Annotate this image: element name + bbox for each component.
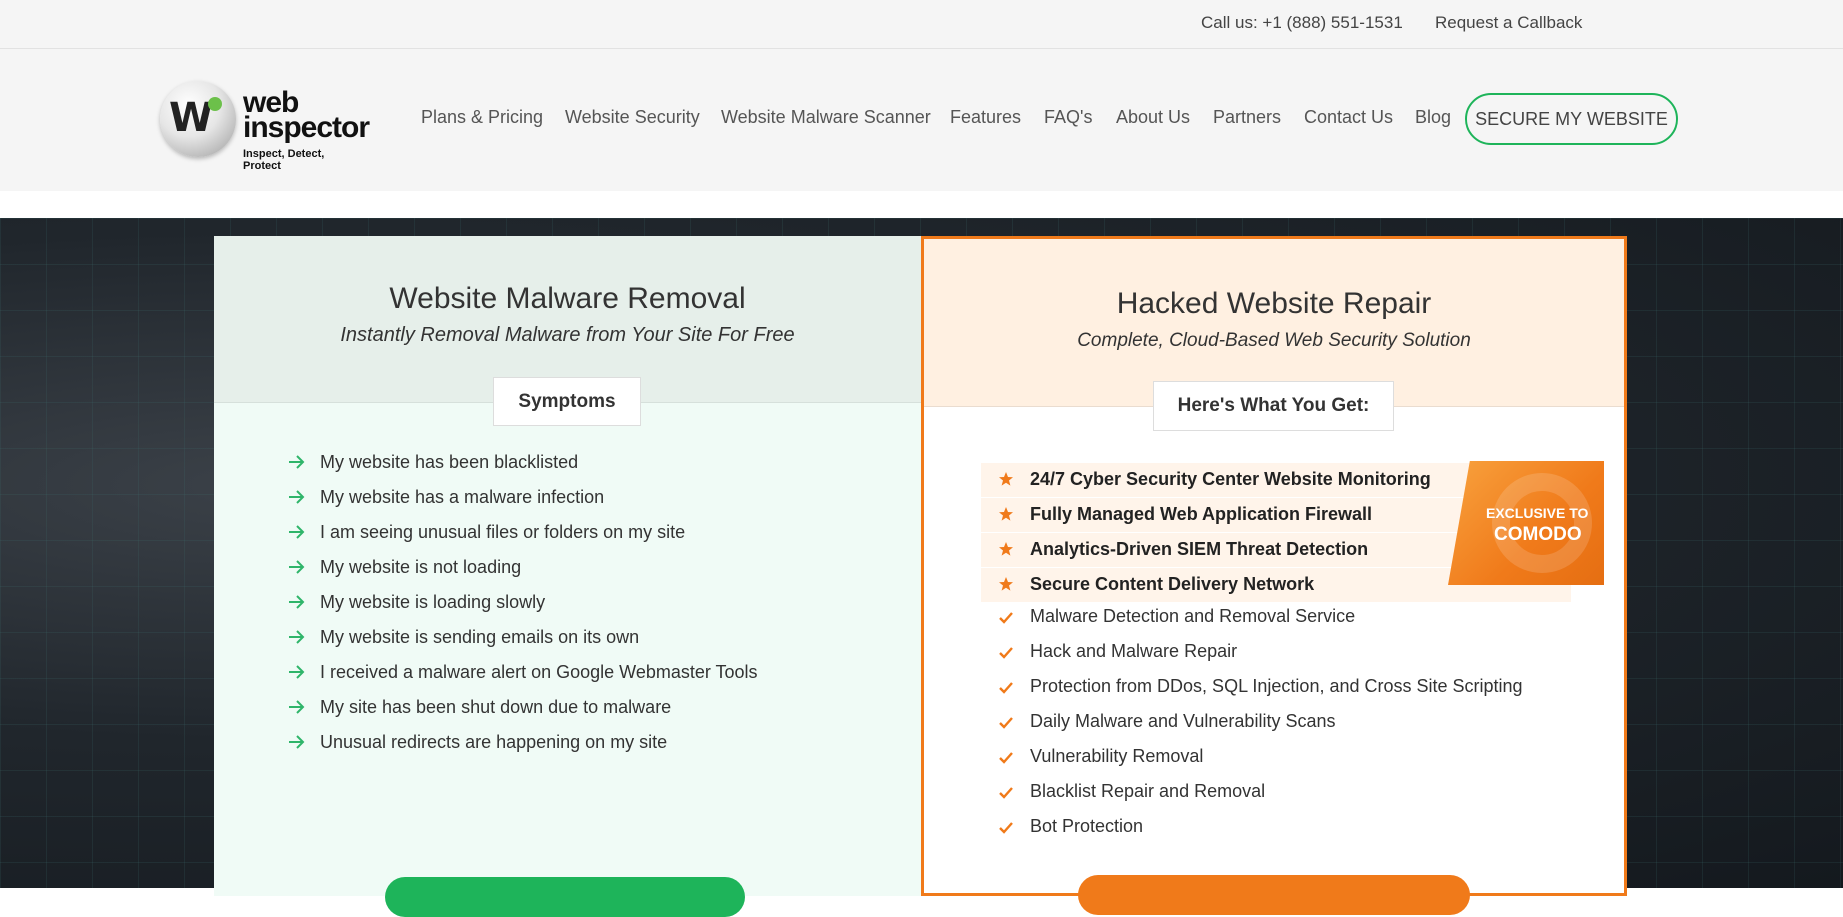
nav-contact-us[interactable]: Contact Us: [1304, 107, 1393, 128]
arrow-right-icon: [289, 490, 305, 504]
top-bar: Call us: +1 (888) 551-1531 Request a Cal…: [0, 0, 1843, 49]
symptom-text: I received a malware alert on Google Web…: [320, 662, 758, 682]
exclusive-to-comodo-badge: EXCLUSIVE TO COMODO: [1448, 461, 1604, 585]
star-icon: [999, 507, 1013, 521]
site-header: W web inspector Inspect, Detect, Protect…: [0, 49, 1843, 191]
logo-mark: W: [160, 81, 236, 157]
arrow-right-icon: [289, 560, 305, 574]
header-spacer: [0, 191, 1843, 218]
checkmark-icon: [999, 787, 1013, 799]
symptom-text: My website is sending emails on its own: [320, 627, 640, 647]
star-icon: [999, 577, 1013, 591]
symptom-text: My website is loading slowly: [320, 592, 546, 612]
checkmark-icon: [999, 682, 1013, 694]
nav-plans-pricing[interactable]: Plans & Pricing: [421, 107, 543, 128]
nav-about-us[interactable]: About Us: [1116, 107, 1190, 128]
feature-text: Vulnerability Removal: [1030, 746, 1204, 766]
logo-tagline: Inspect, Detect, Protect: [243, 148, 325, 172]
arrow-right-icon: [289, 455, 305, 469]
malware-removal-subtitle: Instantly Removal Malware from Your Site…: [340, 324, 795, 346]
arrow-right-icon: [289, 735, 305, 749]
featured-text: Secure Content Delivery Network: [1030, 574, 1315, 594]
secure-my-website-button[interactable]: SECURE MY WEBSITE: [1465, 93, 1678, 145]
featured-text: Fully Managed Web Application Firewall: [1030, 504, 1373, 524]
checkmark-icon: [999, 612, 1013, 624]
feature-text: Blacklist Repair and Removal: [1030, 781, 1266, 801]
feature-text: Protection from DDos, SQL Injection, and…: [1030, 676, 1523, 696]
repair-subtitle: Complete, Cloud-Based Web Security Solut…: [1077, 330, 1471, 351]
checkmark-icon: [999, 752, 1013, 764]
repair-title: Hacked Website Repair: [1116, 287, 1432, 320]
arrow-right-icon: [289, 595, 305, 609]
featured-text: Analytics-Driven SIEM Threat Detection: [1030, 539, 1369, 559]
malware-removal-title: Website Malware Removal: [389, 282, 746, 315]
arrow-right-icon: [289, 630, 305, 644]
symptom-text: My site has been shut down due to malwar…: [320, 697, 672, 717]
symptom-text: My website is not loading: [320, 557, 522, 577]
hacked-website-repair-card: Hacked Website Repair Complete, Cloud-Ba…: [921, 236, 1627, 896]
badge-line1: EXCLUSIVE TO: [1486, 505, 1589, 521]
checkmark-icon: [999, 822, 1013, 834]
nav-website-security[interactable]: Website Security: [565, 107, 700, 128]
site-logo[interactable]: W web inspector Inspect, Detect, Protect: [160, 81, 370, 172]
malware-removal-card: Website Malware Removal Instantly Remova…: [214, 236, 921, 896]
feature-text: Malware Detection and Removal Service: [1030, 606, 1356, 626]
featured-text: 24/7 Cyber Security Center Website Monit…: [1030, 469, 1431, 489]
feature-text: Hack and Malware Repair: [1030, 641, 1238, 661]
star-icon: [999, 472, 1013, 486]
arrow-right-icon: [289, 525, 305, 539]
nav-features[interactable]: Features: [950, 107, 1021, 128]
symptom-text: Unusual redirects are happening on my si…: [320, 732, 668, 752]
whats-included-label: Here's What You Get:: [1153, 381, 1394, 431]
nav-partners[interactable]: Partners: [1213, 107, 1281, 128]
logo-text-inspector: inspector: [243, 111, 370, 144]
nav-blog[interactable]: Blog: [1415, 107, 1451, 128]
nav-malware-scanner[interactable]: Website Malware Scanner: [721, 107, 931, 128]
badge-line2: COMODO: [1494, 524, 1582, 545]
remove-malware-button[interactable]: [385, 877, 745, 917]
arrow-right-icon: [289, 700, 305, 714]
feature-text: Daily Malware and Vulnerability Scans: [1030, 711, 1336, 731]
repair-website-button[interactable]: [1078, 875, 1470, 915]
nav-faqs[interactable]: FAQ's: [1044, 107, 1092, 128]
symptom-text: My website has a malware infection: [320, 487, 605, 507]
star-icon: [999, 542, 1013, 556]
checkmark-icon: [999, 717, 1013, 729]
checkmark-icon: [999, 647, 1013, 659]
symptoms-label: Symptoms: [493, 377, 641, 426]
symptom-text: My website has been blacklisted: [320, 452, 579, 472]
feature-text: Bot Protection: [1030, 816, 1144, 836]
arrow-right-icon: [289, 665, 305, 679]
request-callback-link[interactable]: Request a Callback: [1435, 13, 1582, 33]
symptom-text: I am seeing unusual files or folders on …: [320, 522, 686, 542]
phone-number[interactable]: Call us: +1 (888) 551-1531: [1201, 13, 1403, 33]
